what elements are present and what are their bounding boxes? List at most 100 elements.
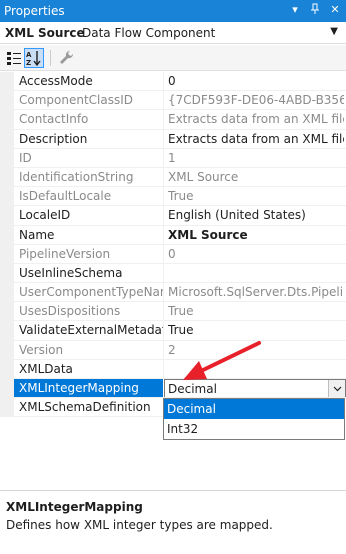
row-gutter — [0, 359, 14, 379]
property-row[interactable]: XMLIntegerMapping Decimal — [0, 379, 346, 399]
row-gutter — [0, 398, 14, 418]
close-icon[interactable]: ✕ — [328, 3, 342, 18]
property-row[interactable]: Name XML Source — [0, 225, 346, 245]
column-divider — [163, 129, 164, 149]
property-name[interactable]: UsesDispositions — [19, 304, 163, 318]
property-name[interactable]: IsDefaultLocale — [19, 189, 163, 203]
property-row[interactable]: LocaleID English (United States) — [0, 206, 346, 226]
column-divider — [163, 244, 164, 264]
row-gutter — [0, 302, 14, 322]
property-grid: AccessMode 0 ComponentClassID {7CDF593F-DE0… — [0, 72, 346, 418]
property-row[interactable]: UserComponentTypeName Microsoft.SqlServer… — [0, 283, 346, 303]
property-row[interactable]: ComponentClassID {7CDF593F-DE06-4ABD-B356… — [0, 91, 346, 111]
properties-titlebar: Properties ▾ ✕ — [0, 0, 346, 22]
categorized-button[interactable] — [4, 48, 24, 68]
chevron-down-icon[interactable]: ▾ — [288, 3, 302, 18]
property-value[interactable]: 0 — [168, 74, 344, 88]
row-gutter — [0, 167, 14, 188]
chevron-down-icon — [333, 386, 342, 392]
property-value: 1 — [168, 150, 176, 165]
property-row[interactable]: Description Extracts data from an XML fil… — [0, 129, 346, 149]
column-divider — [163, 225, 164, 245]
alphabetical-button[interactable]: A Z — [24, 48, 44, 68]
property-name[interactable]: XMLIntegerMapping — [14, 379, 163, 399]
row-gutter — [0, 187, 14, 207]
property-row[interactable]: ValidateExternalMetadata True — [0, 321, 346, 341]
property-value[interactable]: True — [168, 323, 344, 337]
property-row[interactable]: IdentificationString XML Source — [0, 167, 346, 188]
property-name[interactable]: IdentificationString — [19, 170, 163, 184]
property-value: {7CDF593F-DE06-4ABD-B356-7976 — [168, 93, 344, 108]
object-selector[interactable]: XML Source Data Flow Component ▼ — [0, 22, 346, 44]
chevron-down-icon[interactable]: ▼ — [330, 26, 338, 37]
property-value: True — [168, 189, 194, 204]
property-value[interactable]: Extracts data from an XML file. Fo — [168, 132, 344, 146]
property-pages-button[interactable] — [57, 48, 77, 68]
property-value: Extracts data from an XML file. Fo — [168, 112, 344, 127]
row-gutter — [0, 129, 14, 149]
row-gutter — [0, 263, 14, 284]
dropdown-option-int32[interactable]: Int32 — [164, 419, 344, 439]
property-name[interactable]: LocaleID — [19, 208, 163, 222]
row-gutter — [0, 148, 14, 168]
property-name[interactable]: ValidateExternalMetadata — [19, 323, 163, 337]
property-name[interactable]: Version — [19, 343, 163, 357]
alphabetical-icon: A Z — [26, 51, 41, 67]
column-divider — [163, 110, 164, 130]
column-divider — [163, 302, 164, 322]
property-value: 0 — [168, 246, 176, 261]
column-divider — [163, 340, 164, 360]
property-name[interactable]: ComponentClassID — [19, 93, 163, 107]
property-name[interactable]: XMLSchemaDefinition — [19, 400, 163, 414]
property-row[interactable]: IsDefaultLocale True — [0, 187, 346, 207]
column-divider — [163, 321, 164, 341]
object-type: Data Flow Component — [82, 26, 216, 40]
column-divider — [163, 359, 164, 379]
dropdown-button[interactable] — [328, 380, 345, 397]
column-divider — [163, 283, 164, 303]
property-row[interactable]: AccessMode 0 — [0, 72, 346, 92]
property-row[interactable]: Version 2 — [0, 340, 346, 360]
property-value: True — [168, 304, 194, 319]
property-value: XML Source — [168, 169, 239, 184]
column-divider — [163, 187, 164, 207]
property-value[interactable]: XML Source — [168, 228, 344, 242]
property-row[interactable]: ID 1 — [0, 148, 346, 168]
row-gutter — [0, 72, 14, 92]
svg-text:Z: Z — [26, 59, 31, 67]
dropdown-list[interactable]: Decimal Int32 — [163, 398, 345, 440]
toolbar-separator — [50, 50, 51, 66]
property-row[interactable]: UseInlineSchema — [0, 263, 346, 284]
row-gutter — [0, 110, 14, 130]
property-row[interactable]: PipelineVersion 0 — [0, 244, 346, 264]
property-name[interactable]: XMLData — [19, 362, 163, 376]
property-name[interactable]: ID — [19, 151, 163, 165]
svg-text:A: A — [26, 51, 32, 59]
wrench-icon — [60, 50, 74, 64]
property-value[interactable]: English (United States) — [168, 208, 344, 222]
row-gutter — [0, 379, 14, 399]
pin-icon[interactable] — [308, 3, 322, 18]
row-gutter — [0, 321, 14, 341]
column-divider — [163, 148, 164, 168]
row-gutter — [0, 225, 14, 245]
property-row[interactable]: ContactInfo Extracts data from an XML fil… — [0, 110, 346, 130]
row-gutter — [0, 244, 14, 264]
property-name[interactable]: UserComponentTypeName — [19, 285, 163, 299]
property-name[interactable]: UseInlineSchema — [19, 266, 163, 280]
row-gutter — [0, 340, 14, 360]
property-name[interactable]: AccessMode — [19, 74, 163, 88]
column-divider — [163, 72, 164, 92]
property-row[interactable]: UsesDispositions True — [0, 302, 346, 322]
property-row[interactable]: XMLData — [0, 359, 346, 379]
titlebar-icons: ▾ ✕ — [288, 3, 342, 18]
dropdown-option-decimal[interactable]: Decimal — [164, 399, 344, 419]
property-name[interactable]: ContactInfo — [19, 112, 163, 126]
column-divider — [163, 263, 164, 284]
property-name[interactable]: Name — [19, 228, 163, 242]
description-title: XMLIntegerMapping — [6, 500, 143, 514]
description-panel: XMLIntegerMapping Defines how XML intege… — [0, 490, 346, 554]
property-name[interactable]: PipelineVersion — [19, 247, 163, 261]
property-name[interactable]: Description — [19, 132, 163, 146]
row-gutter — [0, 283, 14, 303]
